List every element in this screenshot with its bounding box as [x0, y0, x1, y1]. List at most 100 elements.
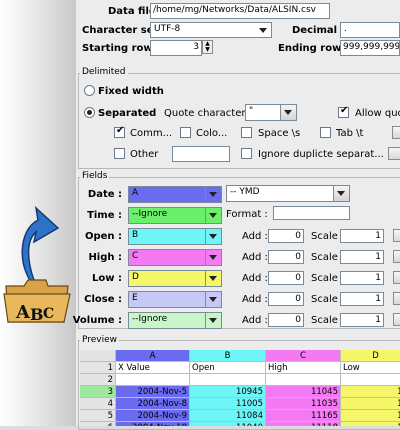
ignore-dup-checkbox[interactable]: [241, 148, 252, 159]
wizard-sidebar: A B C: [0, 0, 76, 426]
charset-value: UTF-8: [154, 24, 181, 34]
field-column-swatch: [129, 229, 206, 244]
chevron-down-icon[interactable]: [205, 313, 221, 328]
chevron-down-icon[interactable]: [205, 250, 221, 265]
row-number: 4: [80, 398, 116, 410]
data-file-field[interactable]: /home/mg/Networks/Data/ALSIN.csv: [150, 3, 330, 19]
row-number: 6: [80, 422, 116, 426]
table-cell: Open: [190, 362, 266, 374]
starting-row-spinner[interactable]: ▲ ▼: [202, 40, 213, 54]
add-field[interactable]: 0: [268, 250, 304, 264]
scale-button[interactable]: [393, 229, 400, 242]
extra-button[interactable]: [388, 147, 400, 160]
chevron-down-icon[interactable]: [205, 208, 221, 223]
column-header: A: [116, 350, 190, 362]
field-column-combo[interactable]: A: [128, 186, 222, 203]
scale-field[interactable]: 1: [340, 229, 384, 243]
fixed-width-radio[interactable]: [84, 85, 95, 96]
preview-table[interactable]: ABCD 1X Value Open High Low 2 3 2004-Nov-5 10945…: [80, 350, 400, 426]
scale-button[interactable]: [393, 313, 400, 326]
abc-folder-icon: A B C: [3, 279, 71, 324]
fields-title: Fields: [80, 171, 110, 181]
table-cell: 10: [341, 386, 400, 398]
add-label: Add :: [242, 315, 268, 326]
field-column-combo[interactable]: B: [128, 228, 222, 245]
scale-button[interactable]: [393, 250, 400, 263]
chevron-down-icon[interactable]: [205, 187, 221, 202]
format-field[interactable]: [273, 206, 350, 220]
table-cell: 2004-Nov-10: [116, 422, 190, 426]
column-header: C: [266, 350, 341, 362]
add-field[interactable]: 0: [268, 292, 304, 306]
table-cell: X Value: [116, 362, 190, 374]
colon-checkbox[interactable]: [180, 127, 191, 138]
allow-quotes-checkbox[interactable]: [338, 105, 349, 118]
scale-field[interactable]: 1: [340, 313, 384, 327]
column-header: B: [190, 350, 266, 362]
ignore-dup-label: Ignore duplicte separat...: [258, 149, 384, 160]
chevron-down-icon[interactable]: [205, 229, 221, 244]
other-label: Other: [130, 149, 159, 160]
ending-row-label: Ending row :: [278, 43, 349, 54]
field-column-value: E: [132, 293, 138, 303]
table-cell: 11005: [190, 398, 266, 410]
chevron-down-icon[interactable]: [280, 105, 296, 120]
corner-cell: [80, 350, 116, 362]
field-column-combo[interactable]: C: [128, 249, 222, 266]
field-column-combo[interactable]: D: [128, 270, 222, 287]
quote-char-combo[interactable]: ": [245, 104, 297, 121]
date-format-combo[interactable]: -- YMD: [226, 185, 350, 202]
field-column-combo[interactable]: --Ignore: [128, 312, 222, 329]
add-label: Add :: [242, 231, 268, 242]
allow-quotes-label: Allow quo: [355, 108, 400, 119]
table-cell: Low: [341, 362, 400, 374]
chevron-down-icon[interactable]: [333, 186, 349, 201]
scale-field[interactable]: 1: [340, 292, 384, 306]
add-field[interactable]: 0: [268, 313, 304, 327]
field-column-combo[interactable]: E: [128, 291, 222, 308]
add-label: Add :: [242, 252, 268, 263]
add-field[interactable]: 0: [268, 271, 304, 285]
row-number: 1: [80, 362, 116, 374]
field-column-value: --Ignore: [132, 314, 168, 324]
field-column-combo[interactable]: --Ignore: [128, 207, 222, 224]
space-checkbox[interactable]: [241, 127, 252, 138]
add-field[interactable]: 0: [268, 229, 304, 243]
field-column-value: --Ignore: [132, 209, 168, 219]
row-number: 5: [80, 410, 116, 422]
separated-radio[interactable]: [84, 107, 95, 118]
chevron-down-icon[interactable]: [256, 23, 271, 37]
other-field[interactable]: [172, 146, 230, 162]
space-label: Space \s: [258, 128, 301, 139]
charset-combo[interactable]: UTF-8: [150, 22, 272, 38]
table-cell: 11035: [266, 398, 341, 410]
quote-char-value: ": [249, 106, 254, 116]
tab-checkbox[interactable]: [320, 127, 331, 138]
scale-field[interactable]: 1: [340, 271, 384, 285]
starting-row-field[interactable]: 3: [150, 40, 202, 56]
scale-field[interactable]: 1: [340, 250, 384, 264]
add-label: Add :: [242, 273, 268, 284]
other-checkbox[interactable]: [114, 148, 125, 159]
comma-checkbox[interactable]: [114, 125, 125, 138]
field-label: Date :: [87, 189, 122, 200]
chevron-down-icon[interactable]: [205, 271, 221, 286]
ending-row-field[interactable]: 999,999,999: [340, 40, 400, 56]
decimal-combo[interactable]: .: [340, 22, 400, 38]
table-cell: 11045: [266, 386, 341, 398]
scale-button[interactable]: [393, 292, 400, 305]
table-cell: 10: [341, 422, 400, 426]
table-cell: 11165: [266, 410, 341, 422]
extra-button[interactable]: [392, 126, 400, 139]
table-cell: [116, 374, 190, 386]
svg-text:C: C: [43, 306, 54, 322]
chevron-down-icon[interactable]: [205, 292, 221, 307]
starting-row-label: Starting row :: [82, 43, 161, 54]
field-column-value: C: [132, 251, 139, 261]
row-number: 2: [80, 374, 116, 386]
table-cell: High: [266, 362, 341, 374]
field-column-swatch: [129, 250, 206, 265]
field-column-swatch: [129, 271, 206, 286]
scale-button[interactable]: [393, 271, 400, 284]
table-cell: 11084: [190, 410, 266, 422]
